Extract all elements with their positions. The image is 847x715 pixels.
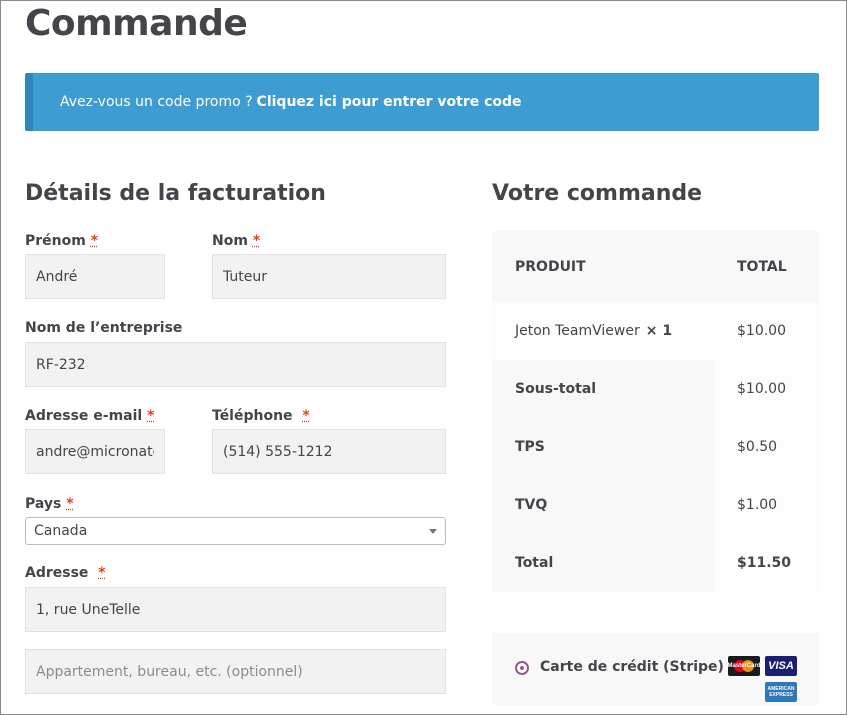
tvq-value: $1.00 [737, 497, 778, 513]
country-select[interactable]: Canada [25, 517, 446, 545]
product-total: $10.00 [737, 323, 786, 339]
table-row: Jeton TeamViewer × 1 $10.00 [492, 302, 819, 360]
subtotal-row: Sous-total $10.00 [492, 360, 819, 418]
header-product: PRODUIT [515, 258, 586, 275]
tps-label: TPS [515, 439, 545, 455]
tvq-label: TVQ [515, 497, 548, 513]
last-name-label: Nom * [212, 233, 261, 249]
order-table-header: PRODUIT TOTAL [492, 231, 819, 302]
chevron-down-icon [429, 529, 437, 534]
first-name-field[interactable] [25, 254, 165, 299]
amex-icon: AMERICAN EXPRESS [765, 682, 797, 702]
mastercard-icon: MasterCard [728, 656, 761, 676]
address-line2-field[interactable] [25, 649, 446, 694]
required-mark: * [252, 233, 261, 249]
email-label: Adresse e-mail * [25, 408, 155, 424]
subtotal-label: Sous-total [515, 381, 597, 397]
required-mark: * [66, 496, 74, 512]
last-name-field[interactable] [212, 254, 446, 299]
required-mark: * [98, 565, 106, 581]
required-mark: * [90, 233, 99, 249]
tvq-row: TVQ $1.00 [492, 476, 819, 534]
order-title: Votre commande [492, 181, 703, 206]
required-mark: * [147, 408, 155, 424]
tps-row: TPS $0.50 [492, 418, 819, 476]
total-value: $11.50 [737, 555, 792, 571]
promo-link[interactable]: Cliquez ici pour entrer votre code [257, 94, 522, 110]
first-name-label: Prénom * [25, 233, 99, 249]
header-total: TOTAL [737, 258, 787, 275]
order-table: PRODUIT TOTAL Jeton TeamViewer × 1 $10.00… [492, 231, 819, 592]
promo-text: Avez-vous un code promo ? [60, 94, 253, 110]
product-name: Jeton TeamViewer × 1 [515, 323, 673, 339]
product-qty: × 1 [645, 323, 673, 339]
billing-title: Détails de la facturation [25, 181, 326, 206]
page-title: Commande [25, 3, 248, 44]
phone-field[interactable] [212, 429, 446, 474]
visa-icon: VISA [765, 656, 797, 676]
country-label: Pays * [25, 496, 74, 512]
total-label: Total [515, 555, 554, 571]
payment-method[interactable]: Carte de crédit (Stripe) MasterCard VISA… [492, 633, 819, 705]
email-field[interactable] [25, 429, 165, 474]
address-field[interactable] [25, 587, 446, 632]
total-row: Total $11.50 [492, 534, 819, 592]
required-mark: * [302, 408, 310, 424]
country-value: Canada [34, 523, 88, 539]
subtotal-value: $10.00 [737, 381, 786, 397]
tps-value: $0.50 [737, 439, 778, 455]
address-label: Adresse * [25, 565, 106, 581]
company-field[interactable] [25, 342, 446, 387]
promo-banner: Avez-vous un code promo ? Cliquez ici po… [25, 73, 819, 131]
payment-label: Carte de crédit (Stripe) [540, 659, 724, 675]
company-label: Nom de l’entreprise [25, 320, 183, 336]
payment-radio[interactable] [515, 661, 529, 675]
phone-label: Téléphone * [212, 408, 310, 424]
